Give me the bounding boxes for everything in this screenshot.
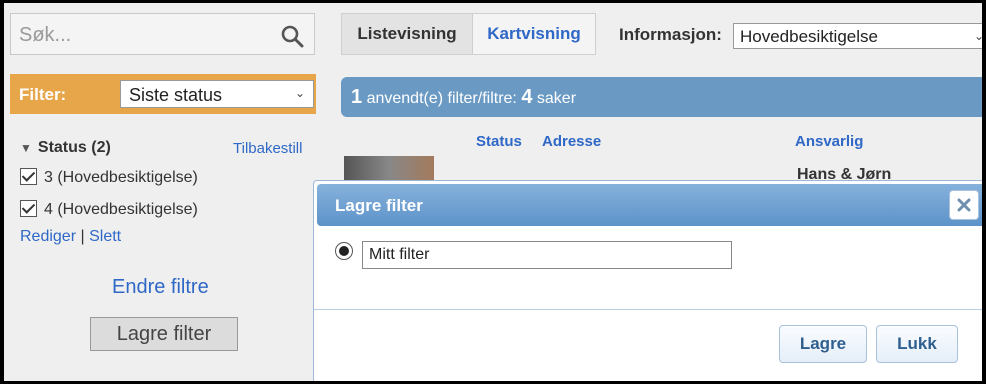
dialog-save-button[interactable]: Lagre (779, 325, 867, 363)
tab-list-view[interactable]: Listevisning (342, 14, 473, 54)
filter-select-value: Siste status (129, 85, 223, 105)
dialog-close-button[interactable] (949, 190, 979, 220)
column-header-status[interactable]: Status (476, 133, 522, 150)
info-label: Informasjon: (619, 25, 722, 44)
filter-bar: Filter: Siste status ⌄ (10, 74, 316, 114)
filter-label: Filter: (19, 85, 67, 104)
status-group-heading: Status (2) (37, 139, 111, 156)
collapse-triangle-icon: ▼ (20, 141, 32, 155)
status-checkbox-row[interactable]: 3 (Hovedbesiktigelse) (20, 168, 198, 187)
filter-count-text: anvendt(e) filter/filtre: (366, 90, 517, 107)
dialog-title: Lagre filter (335, 196, 423, 215)
dialog-header: Lagre filter (317, 184, 982, 226)
change-filters-link[interactable]: Endre filtre (112, 276, 209, 299)
reset-link[interactable]: Tilbakestill (233, 140, 302, 157)
dialog-cancel-button[interactable]: Lukk (876, 325, 958, 363)
dialog-divider (314, 309, 982, 310)
checkbox-checked[interactable] (20, 168, 37, 185)
filter-count: 1 (351, 86, 363, 108)
status-group-toggle[interactable]: ▼ Status (2) (20, 139, 111, 157)
edit-links: Rediger | Slett (20, 228, 121, 246)
info-select[interactable]: Hovedbesiktigelse ⌄ (733, 23, 982, 49)
view-tabs: Listevisning Kartvisning (341, 13, 596, 55)
app-frame: Filter: Siste status ⌄ ▼ Status (2) Tilba… (4, 3, 982, 381)
save-filter-button[interactable]: Lagre filter (90, 317, 238, 351)
checkbox-label: 3 (Hovedbesiktigelse) (44, 169, 198, 186)
search-icon[interactable] (280, 24, 304, 48)
case-count-text: saker (536, 90, 577, 107)
search-box (10, 13, 315, 55)
checkbox-checked[interactable] (20, 200, 37, 217)
chevron-down-icon: ⌄ (294, 86, 305, 100)
filter-name-input[interactable] (362, 241, 732, 269)
radio-selected[interactable] (335, 242, 353, 260)
column-header-address[interactable]: Adresse (542, 133, 601, 150)
checkbox-label: 4 (Hovedbesiktigelse) (44, 201, 198, 218)
tab-map-view[interactable]: Kartvisning (473, 14, 595, 54)
search-input[interactable] (17, 20, 271, 50)
delete-link[interactable]: Slett (89, 228, 121, 245)
edit-link[interactable]: Rediger (20, 228, 76, 245)
case-count: 4 (521, 86, 533, 108)
status-checkbox-row[interactable]: 4 (Hovedbesiktigelse) (20, 200, 198, 219)
link-separator: | (80, 228, 85, 245)
result-summary-bar: 1 anvendt(e) filter/filtre: 4 saker (341, 77, 982, 117)
save-filter-dialog: Lagre filter Lagre Lukk (313, 180, 982, 381)
column-header-responsible[interactable]: Ansvarlig (795, 133, 863, 150)
filter-select[interactable]: Siste status ⌄ (120, 80, 314, 108)
info-select-value: Hovedbesiktigelse (740, 27, 878, 46)
close-icon (957, 198, 971, 212)
chevron-down-icon: ⌄ (973, 29, 982, 43)
